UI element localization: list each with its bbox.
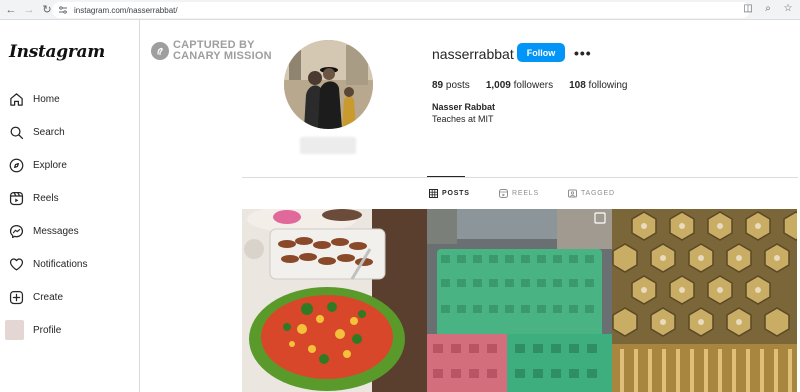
- instagram-logo[interactable]: Instagram: [9, 42, 105, 62]
- profile-picture[interactable]: [284, 40, 373, 129]
- cast-icon[interactable]: ◫: [742, 3, 754, 14]
- active-tab-indicator: [427, 176, 465, 177]
- sidebar-item-label: Search: [33, 126, 65, 138]
- sidebar-item-reels[interactable]: Reels: [8, 187, 132, 209]
- canary-mission-watermark: CAPTURED BY CANARY MISSION: [151, 40, 272, 62]
- tab-reels[interactable]: REELS: [499, 189, 539, 198]
- watermark-line-2: CANARY MISSION: [173, 50, 272, 62]
- tab-posts[interactable]: POSTS: [429, 189, 470, 198]
- tab-divider: [242, 177, 798, 178]
- posts-count[interactable]: 89 posts: [432, 80, 470, 91]
- messenger-icon: [8, 223, 24, 239]
- search-icon: [8, 124, 24, 140]
- url-text[interactable]: instagram.com/nasserrabbat/: [74, 6, 178, 15]
- tagged-icon: [568, 189, 577, 198]
- tab-tagged[interactable]: TAGGED: [568, 189, 615, 198]
- sidebar-item-label: Explore: [33, 159, 67, 171]
- sidebar-item-profile[interactable]: Profile: [5, 319, 132, 341]
- sidebar-item-label: Reels: [33, 192, 59, 204]
- post-thumbnail-crowd[interactable]: [427, 209, 612, 392]
- profile-username: nasserrabbat: [432, 46, 514, 62]
- heart-icon: [8, 256, 24, 272]
- address-bar[interactable]: instagram.com/nasserrabbat/: [52, 2, 750, 18]
- sidebar-item-notifications[interactable]: Notifications: [8, 253, 132, 275]
- zoom-icon[interactable]: ⌕: [762, 3, 774, 14]
- sidebar-item-home[interactable]: Home: [8, 88, 132, 110]
- profile-stats: 89 posts 1,009 followers 108 following: [432, 80, 643, 91]
- tab-label: TAGGED: [581, 190, 615, 197]
- follow-button[interactable]: Follow: [517, 43, 565, 62]
- sidebar-item-messages[interactable]: Messages: [8, 220, 132, 242]
- profile-full-name: Nasser Rabbat: [432, 102, 496, 112]
- avatar: [5, 320, 24, 340]
- sidebar-item-create[interactable]: Create: [8, 286, 132, 308]
- post-thumbnail-food[interactable]: [242, 209, 427, 392]
- forward-arrow-icon[interactable]: →: [22, 3, 36, 17]
- back-arrow-icon[interactable]: ←: [4, 3, 18, 17]
- site-info-icon[interactable]: [56, 4, 70, 16]
- sidebar-item-label: Home: [33, 93, 60, 105]
- blurred-name-label: [300, 137, 356, 154]
- canary-bird-icon: [151, 42, 169, 60]
- plus-square-icon: [8, 289, 24, 305]
- following-count[interactable]: 108 following: [569, 80, 627, 91]
- sidebar-item-explore[interactable]: Explore: [8, 154, 132, 176]
- tab-label: REELS: [512, 190, 539, 197]
- sidebar-item-label: Notifications: [33, 258, 88, 270]
- profile-bio: Teaches at MIT: [432, 114, 494, 124]
- sidebar-item-label: Messages: [33, 225, 79, 237]
- post-thumbnail-ceiling[interactable]: [612, 209, 797, 392]
- home-icon: [8, 91, 24, 107]
- grid-icon: [429, 189, 438, 198]
- sidebar: Instagram Home Search Explore Reels Mess…: [0, 20, 140, 392]
- sidebar-item-label: Profile: [33, 324, 62, 336]
- reels-icon: [8, 190, 24, 206]
- browser-toolbar: ← → ↻ instagram.com/nasserrabbat/ ◫ ⌕ ☆: [0, 0, 800, 20]
- compass-icon: [8, 157, 24, 173]
- more-options-button[interactable]: •••: [574, 45, 592, 61]
- followers-count[interactable]: 1,009 followers: [486, 80, 553, 91]
- sidebar-item-label: Create: [33, 291, 64, 303]
- sidebar-item-search[interactable]: Search: [8, 121, 132, 143]
- bookmark-star-icon[interactable]: ☆: [782, 3, 794, 14]
- tab-label: POSTS: [442, 190, 470, 197]
- reels-icon: [499, 189, 508, 198]
